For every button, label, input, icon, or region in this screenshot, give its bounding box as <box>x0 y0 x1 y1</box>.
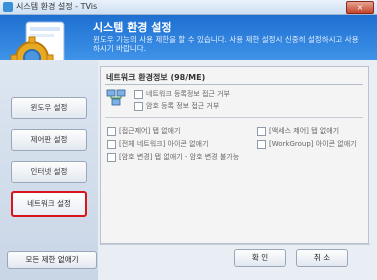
option-label: [액세스 제어] 탭 없애기 <box>269 127 340 135</box>
sidebar-item-network[interactable]: 네트워크 설정 <box>11 191 87 217</box>
option-label: 네트워크 등록정보 접근 거부 <box>146 90 230 98</box>
option-hide-workgroup-icon[interactable]: [WorkGroup] 아이콘 없애기 <box>257 139 357 149</box>
header-description: 윈도우 기능의 사용 제한을 할 수 있습니다. 사용 제한 설정시 신중히 설… <box>93 35 359 53</box>
option-label: 암호 등록 정보 접근 거부 <box>146 102 220 110</box>
option-deny-password-properties[interactable]: 암호 등록 정보 접근 거부 <box>134 101 219 111</box>
checkbox[interactable] <box>107 126 116 136</box>
ok-button[interactable]: 확 인 <box>234 249 286 267</box>
option-label: [암호 변경] 탭 없애기 - 암호 변경 불가능 <box>119 153 240 161</box>
checkbox[interactable] <box>107 152 116 162</box>
sidebar-item-internet[interactable]: 인터넷 설정 <box>11 161 87 183</box>
footer-divider <box>100 244 370 245</box>
checkbox[interactable] <box>134 89 143 99</box>
option-hide-access-control-tab[interactable]: [액세스 제어] 탭 없애기 <box>257 126 339 136</box>
option-label: [WorkGroup] 아이콘 없애기 <box>269 140 357 148</box>
checkbox[interactable] <box>134 101 143 111</box>
sidebar: 윈도우 설정 제어판 설정 인터넷 설정 네트워크 설정 <box>0 60 98 280</box>
checkbox[interactable] <box>257 126 266 136</box>
close-button[interactable]: × <box>346 1 374 14</box>
option-deny-network-properties[interactable]: 네트워크 등록정보 접근 거부 <box>134 89 230 99</box>
settings-window: 시스템 환경 설정 - TVis × 시스템 환경 설정 윈도우 기능의 사용 … <box>0 0 377 280</box>
option-label: [접근제어] 탭 없애기 <box>119 127 181 135</box>
option-label: [전체 네트워크] 아이콘 없애기 <box>119 140 209 148</box>
option-hide-entire-network-icon[interactable]: [전체 네트워크] 아이콘 없애기 <box>107 139 208 149</box>
section-divider <box>105 84 363 85</box>
cancel-button[interactable]: 취 소 <box>296 249 348 267</box>
option-hide-access-tab[interactable]: [접근제어] 탭 없애기 <box>107 126 180 136</box>
divider <box>105 117 363 118</box>
option-hide-password-change-tab[interactable]: [암호 변경] 탭 없애기 - 암호 변경 불가능 <box>107 152 239 162</box>
title-bar: 시스템 환경 설정 - TVis × <box>0 0 377 15</box>
network-settings-panel: 네트워크 환경정보 (98/ME) 네트워크 등록정보 접근 거부 암호 등록 … <box>100 66 369 244</box>
checkbox[interactable] <box>107 139 116 149</box>
page-title: 시스템 환경 설정 <box>93 21 172 34</box>
sidebar-item-windows[interactable]: 윈도우 설정 <box>11 97 87 119</box>
reset-all-button[interactable]: 모든 제한 없애기 <box>7 251 97 269</box>
sidebar-item-control-panel[interactable]: 제어판 설정 <box>11 129 87 151</box>
window-title: 시스템 환경 설정 - TVis <box>16 2 98 11</box>
checkbox[interactable] <box>257 139 266 149</box>
section-title: 네트워크 환경정보 (98/ME) <box>106 73 206 82</box>
app-icon <box>3 2 13 12</box>
network-icon <box>106 89 126 106</box>
